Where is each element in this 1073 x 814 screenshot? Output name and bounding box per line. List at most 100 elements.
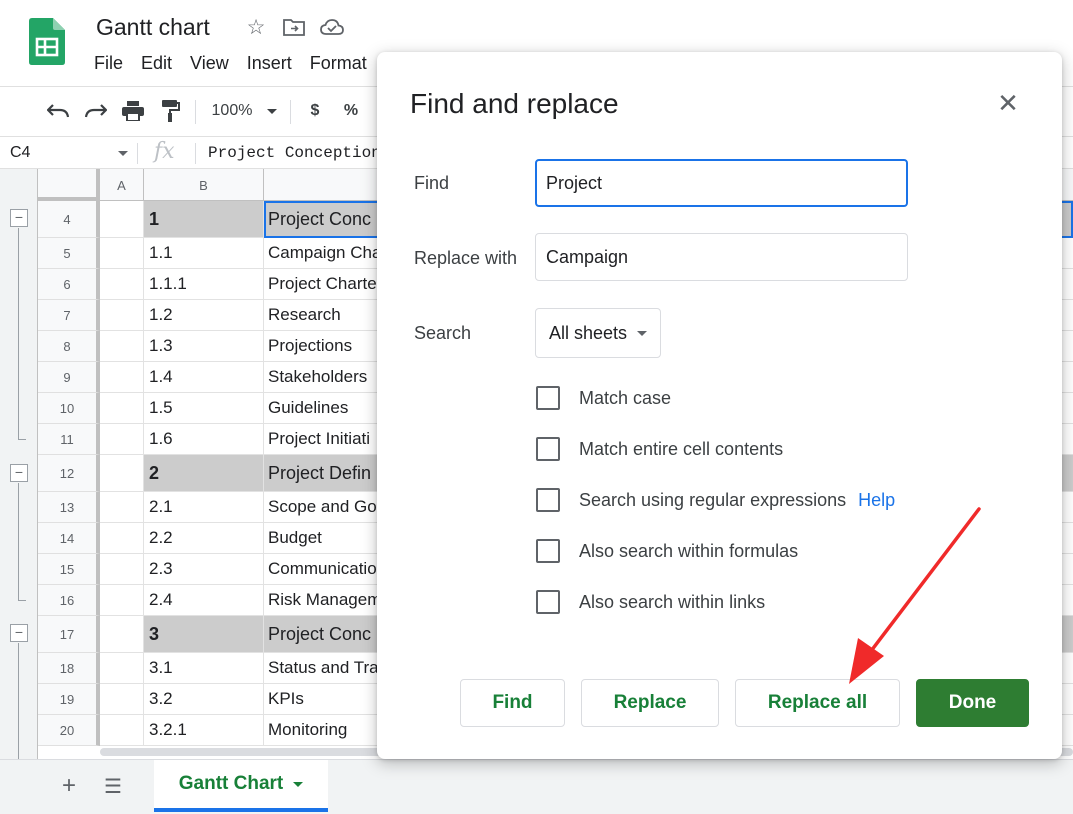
row-header[interactable]: 9: [38, 362, 100, 393]
help-link[interactable]: Help: [858, 490, 895, 511]
row-header[interactable]: 8: [38, 331, 100, 362]
cell-b[interactable]: 1.3: [144, 331, 264, 362]
cell-b[interactable]: 2.4: [144, 585, 264, 616]
find-button[interactable]: Find: [460, 679, 565, 727]
menu-edit[interactable]: Edit: [141, 53, 172, 74]
zoom-caret-icon[interactable]: [264, 97, 280, 125]
collapse-group-2-icon[interactable]: −: [10, 464, 28, 482]
row-header[interactable]: 4: [38, 201, 100, 238]
cell-b[interactable]: 1.2: [144, 300, 264, 331]
zoom-value[interactable]: 100%: [210, 97, 254, 125]
search-links-checkbox[interactable]: [536, 590, 560, 614]
cell-b[interactable]: 2.3: [144, 554, 264, 585]
cell-a[interactable]: [100, 715, 144, 746]
option-search-links[interactable]: Also search within links: [536, 590, 765, 614]
row-header[interactable]: 17: [38, 616, 100, 653]
option-regular-expressions[interactable]: Search using regular expressions Help: [536, 488, 895, 512]
cell-b[interactable]: 3.2.1: [144, 715, 264, 746]
add-sheet-icon[interactable]: +: [62, 772, 76, 800]
cell-a[interactable]: [100, 393, 144, 424]
row-header[interactable]: 5: [38, 238, 100, 269]
cell-b[interactable]: 1.5: [144, 393, 264, 424]
move-folder-icon[interactable]: [282, 15, 306, 39]
cloud-saved-icon[interactable]: [320, 15, 344, 39]
replace-button[interactable]: Replace: [581, 679, 719, 727]
name-box-caret-icon[interactable]: [118, 151, 128, 156]
row-header[interactable]: 19: [38, 684, 100, 715]
row-header[interactable]: 10: [38, 393, 100, 424]
print-icon[interactable]: [119, 97, 147, 125]
formula-input[interactable]: Project Conception: [208, 144, 381, 162]
cell-b[interactable]: 3.1: [144, 653, 264, 684]
match-case-checkbox[interactable]: [536, 386, 560, 410]
menu-format[interactable]: Format: [310, 53, 367, 74]
collapse-group-1-icon[interactable]: −: [10, 209, 28, 227]
search-scope-select[interactable]: All sheets: [535, 308, 661, 358]
row-header[interactable]: 12: [38, 455, 100, 492]
cell-b[interactable]: 1.4: [144, 362, 264, 393]
cell-a[interactable]: [100, 331, 144, 362]
cell-a[interactable]: [100, 492, 144, 523]
cell-b[interactable]: 1: [144, 201, 264, 238]
cell-a[interactable]: [100, 238, 144, 269]
menu-file[interactable]: File: [94, 53, 123, 74]
cell-a[interactable]: [100, 585, 144, 616]
option-search-formulas[interactable]: Also search within formulas: [536, 539, 798, 563]
all-sheets-menu-icon[interactable]: ☰: [104, 774, 122, 799]
cell-a[interactable]: [100, 616, 144, 653]
cell-a[interactable]: [100, 554, 144, 585]
row-header[interactable]: 15: [38, 554, 100, 585]
cell-a[interactable]: [100, 424, 144, 455]
cell-b[interactable]: 2: [144, 455, 264, 492]
sheet-tab-caret-icon[interactable]: [293, 781, 304, 787]
undo-icon[interactable]: [44, 97, 72, 125]
cell-a[interactable]: [100, 523, 144, 554]
cell-a[interactable]: [100, 684, 144, 715]
search-formulas-checkbox[interactable]: [536, 539, 560, 563]
cell-a[interactable]: [100, 455, 144, 492]
regex-checkbox[interactable]: [536, 488, 560, 512]
row-header[interactable]: 13: [38, 492, 100, 523]
collapse-group-3-icon[interactable]: −: [10, 624, 28, 642]
replace-input[interactable]: [535, 233, 908, 281]
row-header[interactable]: 14: [38, 523, 100, 554]
cell-b[interactable]: 1.6: [144, 424, 264, 455]
option-match-case[interactable]: Match case: [536, 386, 671, 410]
find-input[interactable]: [535, 159, 908, 207]
cell-a[interactable]: [100, 300, 144, 331]
row-header[interactable]: 18: [38, 653, 100, 684]
cell-b[interactable]: 2.1: [144, 492, 264, 523]
menu-insert[interactable]: Insert: [247, 53, 292, 74]
currency-format-button[interactable]: $: [304, 97, 326, 125]
document-title[interactable]: Gantt chart: [96, 14, 210, 41]
sheet-tab-gantt-chart[interactable]: Gantt Chart: [154, 760, 328, 812]
row-header[interactable]: 6: [38, 269, 100, 300]
cell-b[interactable]: 3: [144, 616, 264, 653]
row-header[interactable]: 20: [38, 715, 100, 746]
name-box[interactable]: C4: [10, 144, 30, 162]
cell-a[interactable]: [100, 362, 144, 393]
paint-format-icon[interactable]: [157, 97, 185, 125]
select-all-corner[interactable]: [38, 169, 100, 201]
row-header[interactable]: 16: [38, 585, 100, 616]
sheets-logo-icon[interactable]: [29, 18, 65, 65]
column-header-a[interactable]: A: [100, 169, 144, 201]
close-icon[interactable]: ✕: [995, 90, 1021, 116]
option-match-entire-cell[interactable]: Match entire cell contents: [536, 437, 783, 461]
row-header[interactable]: 11: [38, 424, 100, 455]
row-header[interactable]: 7: [38, 300, 100, 331]
star-icon[interactable]: ☆: [244, 15, 268, 39]
menu-view[interactable]: View: [190, 53, 229, 74]
cell-a[interactable]: [100, 201, 144, 238]
cell-b[interactable]: 1.1: [144, 238, 264, 269]
match-entire-cell-checkbox[interactable]: [536, 437, 560, 461]
redo-icon[interactable]: [82, 97, 110, 125]
replace-all-button[interactable]: Replace all: [735, 679, 900, 727]
cell-a[interactable]: [100, 269, 144, 300]
cell-b[interactable]: 1.1.1: [144, 269, 264, 300]
cell-a[interactable]: [100, 653, 144, 684]
percent-format-button[interactable]: %: [340, 97, 362, 125]
cell-b[interactable]: 2.2: [144, 523, 264, 554]
done-button[interactable]: Done: [916, 679, 1029, 727]
cell-b[interactable]: 3.2: [144, 684, 264, 715]
